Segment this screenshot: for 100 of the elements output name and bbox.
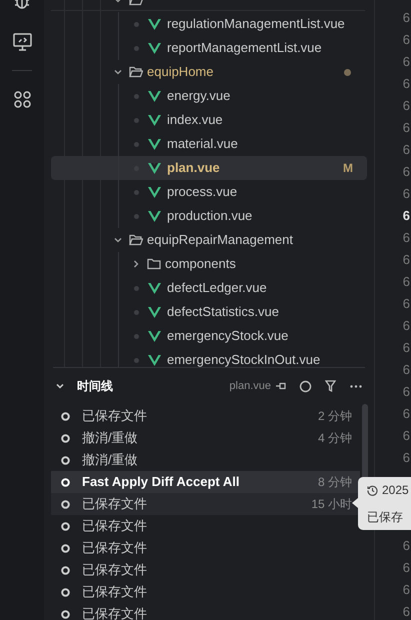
timeline-item[interactable]: Fast Apply Diff Accept All 8 分钟 [51, 471, 360, 493]
timeline-label: 已保存文件 [82, 583, 147, 602]
file-row[interactable]: production.vue [51, 204, 367, 228]
file-row[interactable]: defectStatistics.vue [51, 300, 367, 324]
timeline-label: 已保存文件 [82, 539, 147, 558]
vue-file-icon [148, 282, 160, 294]
bullet-icon [134, 214, 138, 218]
chevron-icon[interactable] [55, 381, 65, 391]
vue-file-icon [148, 162, 160, 174]
relative-time: 8 分钟 [318, 474, 352, 491]
line-number: 6 [402, 559, 410, 577]
line-number: 6 [402, 449, 410, 467]
vue-file-icon [148, 42, 160, 54]
vue-file-icon [148, 114, 160, 126]
vue-file-icon [148, 186, 160, 198]
timeline-item[interactable]: 已保存文件 2 分钟 [51, 405, 360, 427]
file-name: reportManagementList.vue [167, 39, 322, 58]
timeline-item[interactable]: 撤消/重做 4 分钟 [51, 427, 360, 449]
file-row[interactable]: energy.vue [51, 84, 367, 108]
file-name: defectStatistics.vue [167, 303, 279, 322]
git-status: M [343, 160, 353, 177]
file-name: emergencyStockInOut.vue [167, 351, 320, 367]
folder-row[interactable]: equipHome [51, 60, 367, 84]
circle-icon [61, 500, 70, 508]
line-number: 6 [402, 581, 410, 599]
circle-icon [61, 522, 70, 530]
bullet-icon [134, 46, 138, 50]
pin-icon[interactable] [275, 380, 287, 392]
circle-icon [61, 544, 70, 552]
relative-time: 15 小时 [311, 496, 352, 513]
timeline-label: 已保存文件 [82, 517, 147, 536]
file-row[interactable]: regulationManagementList.vue [51, 12, 367, 36]
line-number: 6 [402, 31, 410, 49]
folder-name: equipRepairManagement [147, 231, 293, 250]
line-number: 6 [402, 295, 410, 313]
line-number: 6 [402, 383, 410, 401]
extensions-icon[interactable] [14, 91, 31, 108]
bullet-icon [134, 334, 138, 338]
vue-file-icon [148, 18, 160, 30]
vue-file-icon [148, 330, 160, 342]
file-name: process.vue [167, 183, 238, 202]
file-name: plan.vue [229, 378, 271, 394]
circle-icon [61, 566, 70, 574]
file-name: index.vue [167, 111, 223, 130]
relative-time: 2 分钟 [318, 408, 352, 425]
file-name: defectLedger.vue [167, 279, 267, 298]
file-row[interactable]: index.vue [51, 108, 367, 132]
circle-icon [61, 434, 70, 442]
folder-row[interactable]: equipRepairManagement [51, 228, 367, 252]
line-number: 6 [402, 405, 410, 423]
file-row[interactable]: reportManagementList.vue [51, 36, 367, 60]
vue-file-icon [148, 210, 160, 222]
filter-icon[interactable] [325, 380, 336, 392]
folder-row[interactable]: components [51, 252, 367, 276]
timeline-label: 撤消/重做 [82, 451, 138, 470]
timeline-item[interactable]: 已保存文件 [51, 515, 360, 537]
timeline-item[interactable]: 已保存文件 [51, 581, 360, 603]
bullet-icon [134, 358, 138, 362]
line-number: 6 [402, 361, 410, 379]
timeline-label: 已保存文件 [82, 561, 147, 580]
timeline-item[interactable]: 已保存文件 [51, 537, 360, 559]
line-number: 6 [402, 75, 410, 93]
line-number: 6 [402, 339, 410, 357]
vue-file-icon [148, 138, 160, 150]
folder-name: components [165, 255, 236, 274]
circle-icon [61, 610, 70, 618]
line-number: 6 [402, 9, 410, 27]
timeline-label: 已保存文件 [82, 495, 147, 514]
timeline-item[interactable]: 已保存文件 [51, 603, 360, 620]
bullet-icon [134, 190, 138, 194]
line-number: 6 [402, 97, 410, 115]
circle-icon [61, 478, 70, 486]
timeline-label: 已保存文件 [82, 407, 147, 426]
bullet-icon [134, 310, 138, 314]
folder-icon [147, 258, 161, 270]
folder-icon [129, 66, 143, 78]
line-number: 6 [402, 229, 410, 247]
timeline-item[interactable]: 撤消/重做 [51, 449, 360, 471]
timeline-item[interactable]: 已保存文件 15 小时 [51, 493, 360, 515]
file-row[interactable]: emergencyStock.vue [51, 324, 367, 348]
file-name: energy.vue [167, 87, 230, 106]
line-number: 6 [402, 141, 410, 159]
bullet-icon [134, 142, 138, 146]
file-row[interactable]: plan.vue M [51, 156, 367, 180]
timeline-item[interactable]: 已保存文件 [51, 559, 360, 581]
refresh-icon[interactable] [299, 380, 312, 392]
file-row[interactable]: process.vue [51, 180, 367, 204]
more-icon[interactable] [350, 384, 362, 388]
vue-file-icon [148, 306, 160, 318]
tooltip-date: 2025 [382, 482, 409, 499]
line-number: 6 [402, 207, 410, 225]
section-title[interactable]: 时间线 [77, 377, 113, 395]
line-number: 6 [402, 427, 410, 445]
bullet-icon [134, 94, 138, 98]
relative-time: 4 分钟 [318, 430, 352, 447]
file-row[interactable]: defectLedger.vue [51, 276, 367, 300]
history-icon [367, 484, 378, 496]
tooltip-text: 已保存 [367, 509, 404, 526]
remote-explorer-icon[interactable] [13, 33, 32, 51]
bullet-icon [134, 118, 138, 122]
